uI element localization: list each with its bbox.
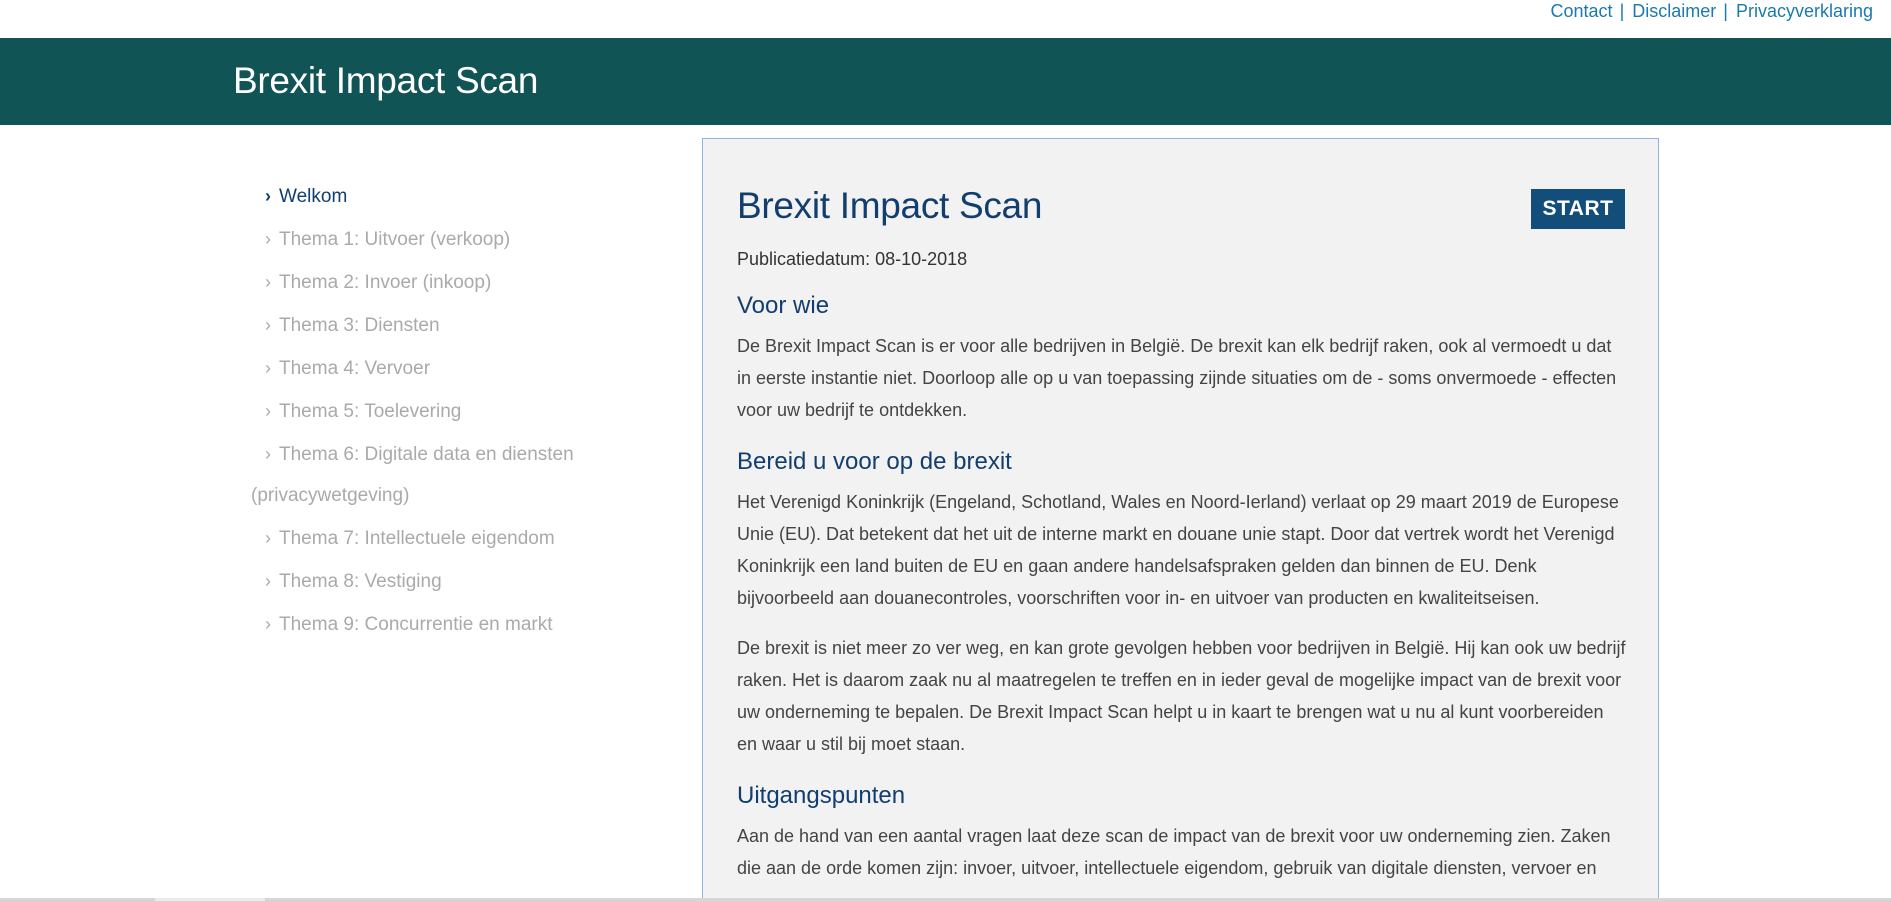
sidebar-item-thema-1[interactable]: › Thema 1: Uitvoer (verkoop) (265, 219, 645, 260)
top-utility-links: Contact | Disclaimer | Privacyverklaring (1551, 0, 1873, 22)
sidebar-item-thema-3[interactable]: › Thema 3: Diensten (265, 305, 645, 346)
sidebar-item-label: Welkom (279, 186, 348, 207)
link-separator: | (1619, 0, 1625, 21)
chevron-right-icon: › (265, 444, 271, 464)
section-paragraph: Het Verenigd Koninkrijk (Engeland, Schot… (737, 492, 1619, 608)
sidebar-nav: › Welkom › Thema 1: Uitvoer (verkoop) › The… (251, 176, 645, 647)
chevron-right-icon: › (265, 358, 271, 378)
chevron-right-icon: › (265, 571, 271, 591)
sidebar-item-label: Thema 9: Concurrentie en markt (279, 614, 553, 635)
section-heading: Voor wie (737, 292, 830, 319)
site-header: Brexit Impact Scan (0, 38, 1891, 125)
section-paragraph: De Brexit Impact Scan is er voor alle be… (737, 336, 1617, 420)
section-paragraph: De brexit is niet meer zo ver weg, en ka… (737, 638, 1626, 754)
sidebar-item-thema-8[interactable]: › Thema 8: Vestiging (265, 561, 645, 602)
publication-date: Publicatiedatum: 08-10-2018 (737, 249, 968, 269)
contact-link[interactable]: Contact (1551, 1, 1613, 22)
chevron-right-icon: › (265, 229, 271, 249)
sidebar-item-label: Thema 6: Digitale data en diensten (279, 444, 574, 465)
page: Contact | Disclaimer | Privacyverklaring… (0, 0, 1891, 901)
sidebar-item-welkom[interactable]: › Welkom (265, 176, 645, 217)
sidebar-item-thema-4[interactable]: › Thema 4: Vervoer (265, 348, 645, 389)
privacy-link[interactable]: Privacyverklaring (1736, 1, 1873, 22)
site-brand[interactable]: Brexit Impact Scan (233, 60, 538, 102)
sidebar-item-thema-7[interactable]: › Thema 7: Intellectuele eigendom (265, 518, 645, 559)
link-separator: | (1723, 0, 1728, 21)
sidebar-item-label-continued: (privacywetgeving) (251, 485, 410, 506)
chevron-right-icon: › (265, 528, 271, 548)
page-title: Brexit Impact Scan (737, 185, 1043, 226)
sidebar-item-label: Thema 8: Vestiging (279, 571, 442, 592)
sidebar-item-thema-6[interactable]: › Thema 6: Digitale data en diensten (pri… (251, 434, 645, 516)
chevron-right-icon: › (265, 614, 271, 634)
section-heading: Uitgangspunten (737, 782, 906, 809)
section-heading: Bereid u voor op de brexit (737, 448, 1012, 475)
disclaimer-link[interactable]: Disclaimer (1632, 1, 1716, 22)
sidebar-item-label: Thema 3: Diensten (279, 315, 440, 336)
chevron-right-icon: › (265, 272, 271, 292)
sidebar-item-thema-2[interactable]: › Thema 2: Invoer (inkoop) (265, 262, 645, 303)
chevron-right-icon: › (265, 186, 271, 206)
chevron-right-icon: › (265, 401, 271, 421)
sidebar-item-label: Thema 4: Vervoer (279, 358, 431, 379)
content-panel: START Brexit Impact Scan Publicatiedatum… (702, 138, 1659, 901)
sidebar-item-label: Thema 1: Uitvoer (verkoop) (279, 229, 511, 250)
sidebar-item-thema-9[interactable]: › Thema 9: Concurrentie en markt (265, 604, 645, 645)
sidebar-item-label: Thema 5: Toelevering (279, 401, 462, 422)
content-body: Brexit Impact Scan Publicatiedatum: 08-1… (737, 185, 1627, 901)
sidebar-item-label: Thema 7: Intellectuele eigendom (279, 528, 555, 549)
sidebar-item-thema-5[interactable]: › Thema 5: Toelevering (265, 391, 645, 432)
sidebar-item-label: Thema 2: Invoer (inkoop) (279, 272, 492, 293)
chevron-right-icon: › (265, 315, 271, 335)
section-paragraph: Aan de hand van een aantal vragen laat d… (737, 826, 1611, 878)
